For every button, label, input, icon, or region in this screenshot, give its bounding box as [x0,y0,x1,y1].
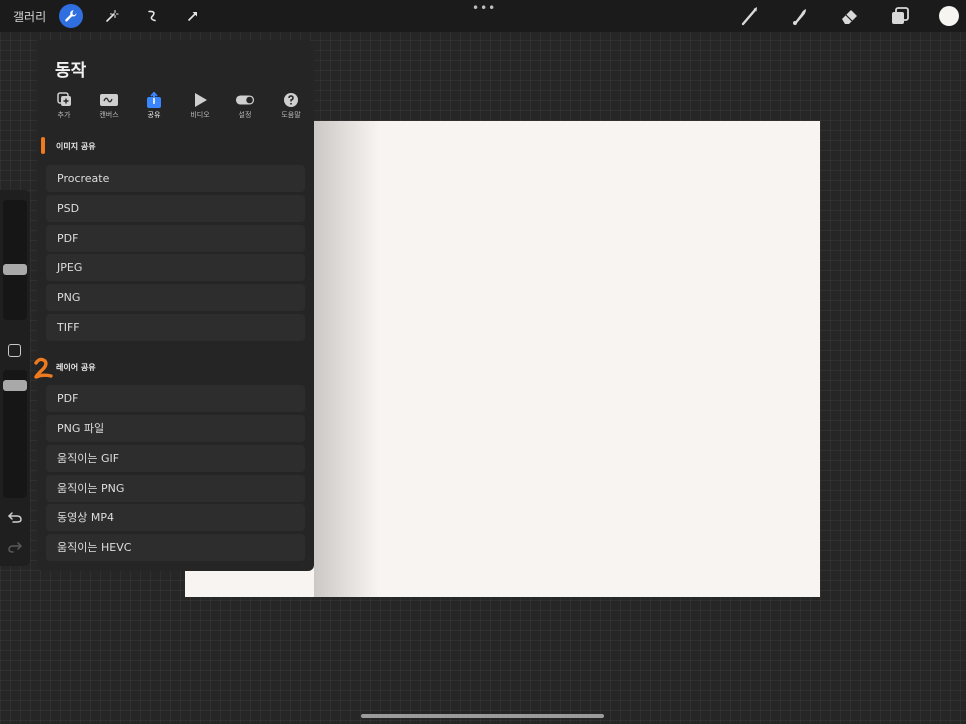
annotation-mark-two [34,357,53,379]
tab-label: 도움말 [281,111,301,119]
share-tiff[interactable]: TIFF [46,314,305,341]
layer-share-pdf[interactable]: PDF [46,385,305,412]
layer-share-animated-hevc[interactable]: 움직이는 HEVC [46,534,305,561]
eraser-icon[interactable] [839,5,861,27]
share-png[interactable]: PNG [46,284,305,311]
canvas-icon [100,94,118,106]
undo-icon[interactable] [7,510,23,524]
image-share-header: 이미지 공유 [56,142,96,151]
tab-label: 설정 [238,111,252,119]
magic-wand-icon [106,9,119,22]
layer-share-png-files[interactable]: PNG 파일 [46,415,305,442]
layer-share-animated-gif[interactable]: 움직이는 GIF [46,445,305,472]
tab-label: 공유 [147,111,161,119]
tab-preferences[interactable]: 설정 [225,92,265,120]
panel-shadow [314,121,379,597]
brush-size-slider[interactable] [3,200,27,320]
wrench-icon [65,10,77,22]
toggle-icon [235,95,255,105]
opacity-slider-thumb[interactable] [3,380,27,391]
layers-icon[interactable] [889,5,911,27]
layer-share-mp4[interactable]: 동영상 MP4 [46,504,305,531]
panel-title: 동작 [55,61,87,81]
top-toolbar: 갤러리 ••• [0,0,966,32]
tab-video[interactable]: 비디오 [180,92,220,120]
tab-label: 비디오 [190,111,210,119]
brush-icon[interactable] [739,5,761,27]
add-icon [57,92,71,106]
tab-help[interactable]: 도움말 [271,92,311,120]
gallery-button[interactable]: 갤러리 [13,8,46,25]
transform-arrow-icon [188,12,197,21]
tab-label: 추가 [57,111,71,119]
home-indicator [361,714,604,718]
color-picker-button[interactable] [939,6,959,26]
annotation-mark-one [41,137,45,154]
layer-share-header: 레이어 공유 [56,363,96,372]
share-procreate[interactable]: Procreate [46,165,305,192]
actions-button[interactable] [59,4,83,28]
tab-canvas[interactable]: 캔버스 [89,92,129,120]
help-icon [284,93,298,107]
selection-button[interactable] [140,4,164,28]
share-jpeg[interactable]: JPEG [46,254,305,281]
share-icon [147,92,161,108]
actions-panel: 동작 추가 캔버스 공유 비디오 설정 도움말 이미지 공유 Procreate… [37,40,314,571]
video-icon [195,93,207,107]
redo-icon[interactable] [7,540,23,554]
adjustments-button[interactable] [100,4,124,28]
share-pdf[interactable]: PDF [46,225,305,252]
layer-share-animated-png[interactable]: 움직이는 PNG [46,475,305,502]
modify-button[interactable] [8,344,21,357]
more-options-icon[interactable]: ••• [472,2,495,16]
smudge-icon[interactable] [789,5,811,27]
tab-add[interactable]: 추가 [44,92,84,120]
share-psd[interactable]: PSD [46,195,305,222]
tab-label: 캔버스 [99,111,119,119]
tab-share[interactable]: 공유 [134,92,174,120]
brush-size-slider-thumb[interactable] [3,264,27,275]
transform-button[interactable] [181,4,205,28]
selection-icon [148,10,156,22]
left-sidebar [0,190,30,566]
